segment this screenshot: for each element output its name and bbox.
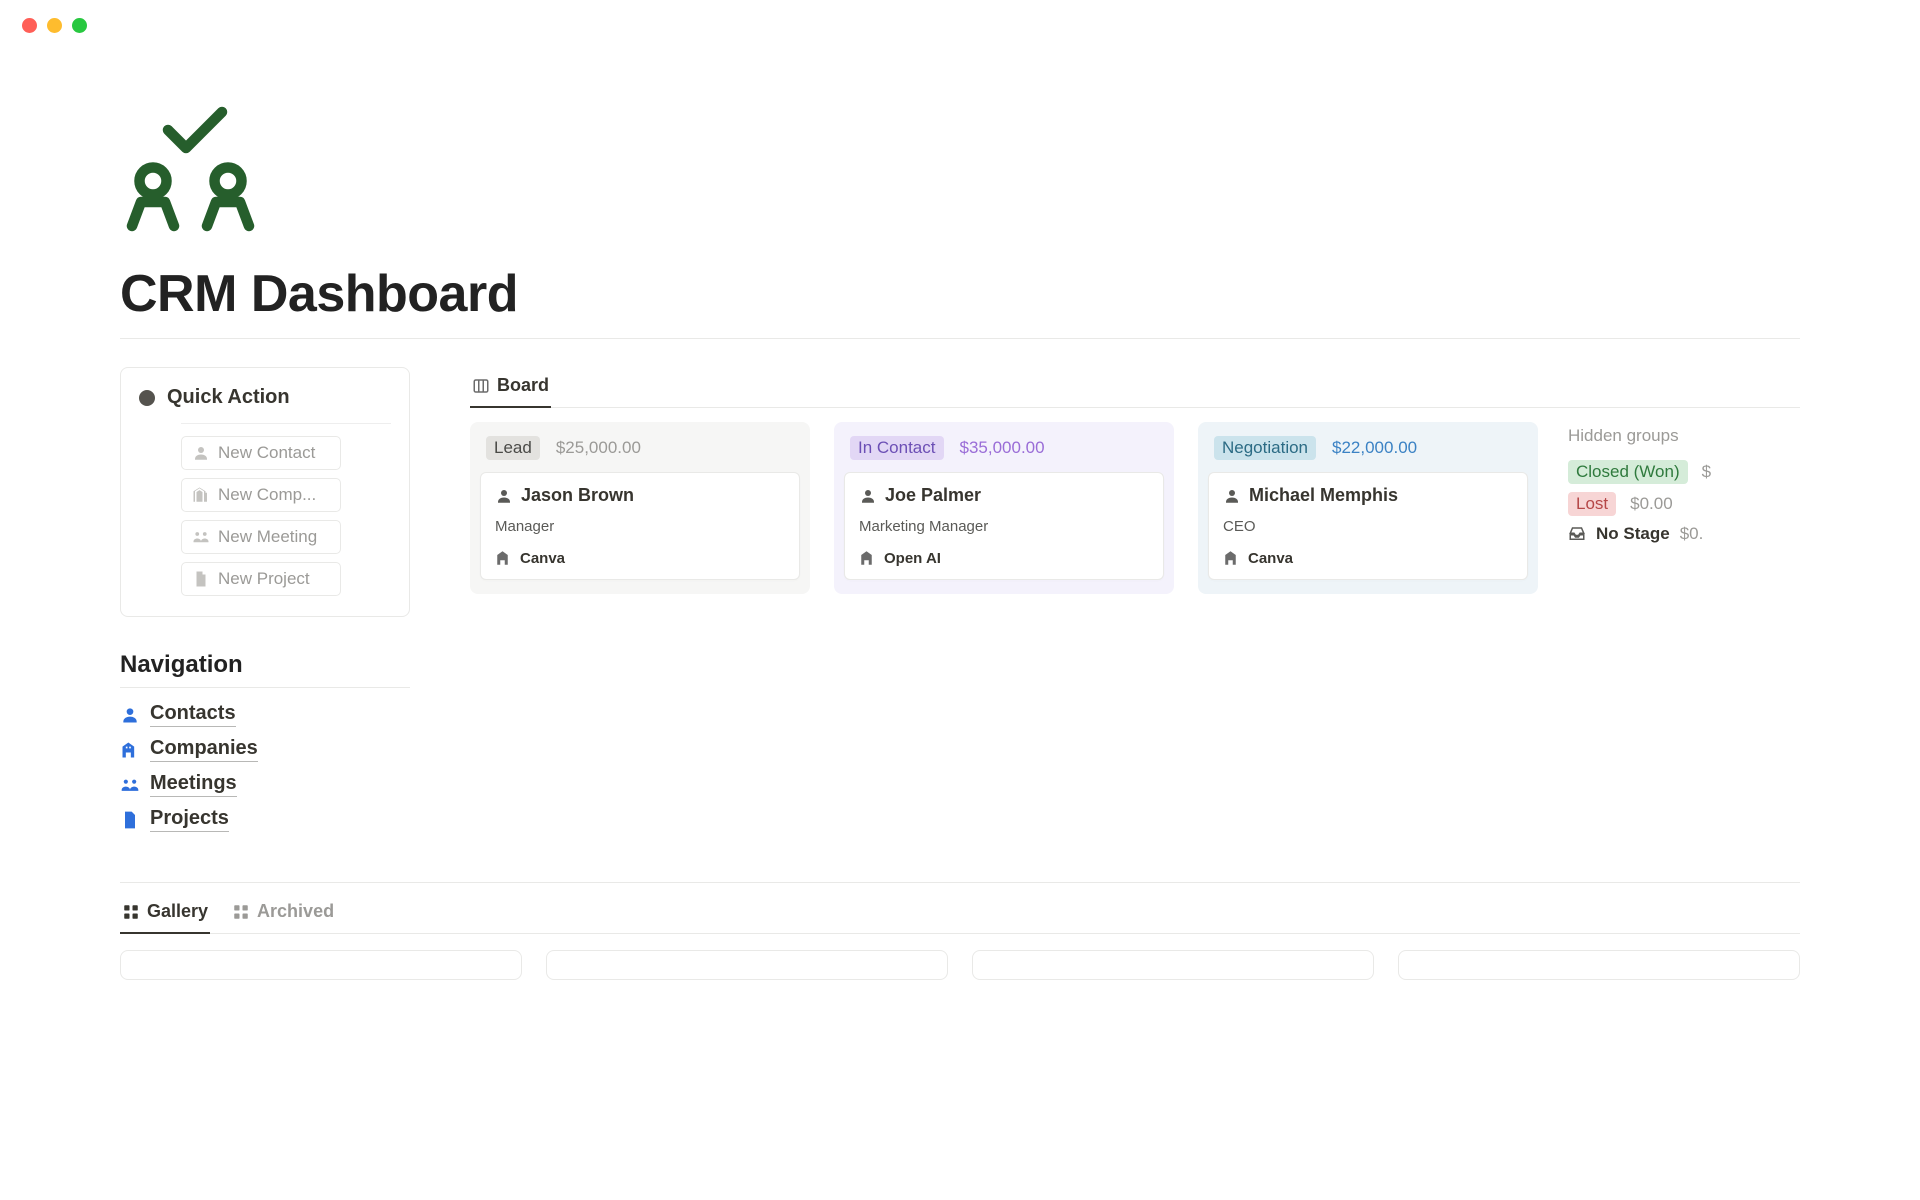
window-close-icon[interactable]: [22, 18, 37, 33]
new-project-button[interactable]: New Project: [181, 562, 341, 596]
window-controls: [0, 0, 1920, 43]
stage-badge-closed-won: Closed (Won): [1568, 460, 1688, 484]
board-icon: [472, 377, 490, 395]
nav-projects-label: Projects: [150, 807, 229, 832]
card-company: Canva: [1248, 550, 1293, 567]
hidden-group-lost[interactable]: Lost $0.00: [1562, 492, 1711, 516]
card-company: Canva: [520, 550, 565, 567]
new-company-button[interactable]: New Comp...: [181, 478, 341, 512]
contact-card[interactable]: Jason Brown Manager Canva: [480, 472, 800, 580]
board-columns: Lead $25,000.00 Jason Brown Manager Canv…: [470, 422, 1800, 594]
person-icon: [120, 705, 140, 725]
stage-badge-in-contact[interactable]: In Contact: [850, 436, 944, 460]
new-meeting-label: New Meeting: [218, 527, 317, 547]
person-icon: [192, 444, 210, 462]
document-icon: [192, 570, 210, 588]
building-icon: [495, 549, 513, 567]
meeting-icon: [120, 775, 140, 795]
card-company: Open AI: [884, 550, 941, 567]
nav-companies-label: Companies: [150, 737, 258, 762]
hidden-group-amount: $: [1702, 462, 1711, 482]
title-divider: [120, 338, 1800, 339]
navigation-title: Navigation: [120, 651, 410, 679]
document-icon: [120, 810, 140, 830]
column-amount: $25,000.00: [556, 438, 641, 458]
gallery-card[interactable]: [120, 950, 522, 980]
card-role: CEO: [1223, 518, 1513, 535]
contact-card[interactable]: Michael Memphis CEO Canva: [1208, 472, 1528, 580]
gallery-icon: [122, 903, 140, 921]
card-role: Marketing Manager: [859, 518, 1149, 535]
gallery-row: [120, 950, 1800, 980]
gallery-card[interactable]: [1398, 950, 1800, 980]
new-contact-label: New Contact: [218, 443, 315, 463]
hidden-group-amount: $0.00: [1630, 494, 1673, 514]
board-column-lead: Lead $25,000.00 Jason Brown Manager Canv…: [470, 422, 810, 594]
no-stage-label: No Stage: [1596, 524, 1670, 544]
inbox-icon: [1568, 525, 1586, 543]
board-column-negotiation: Negotiation $22,000.00 Michael Memphis C…: [1198, 422, 1538, 594]
column-amount: $35,000.00: [960, 438, 1045, 458]
building-icon: [120, 740, 140, 760]
hidden-groups-column: Hidden groups Closed (Won) $ Lost $0.00 …: [1562, 422, 1711, 594]
navigation-divider: [120, 687, 410, 688]
stage-badge-lead[interactable]: Lead: [486, 436, 540, 460]
person-icon: [495, 487, 513, 505]
new-meeting-button[interactable]: New Meeting: [181, 520, 341, 554]
tab-archived[interactable]: Archived: [230, 901, 336, 934]
quick-action-title: Quick Action: [167, 386, 290, 409]
new-company-label: New Comp...: [218, 485, 316, 505]
stage-badge-negotiation[interactable]: Negotiation: [1214, 436, 1316, 460]
nav-meetings[interactable]: Meetings: [120, 772, 410, 797]
gallery-card[interactable]: [546, 950, 948, 980]
tab-archived-label: Archived: [257, 901, 334, 922]
window-fullscreen-icon[interactable]: [72, 18, 87, 33]
meeting-icon: [192, 528, 210, 546]
person-icon: [1223, 487, 1241, 505]
building-icon: [859, 549, 877, 567]
nav-projects[interactable]: Projects: [120, 807, 410, 832]
board-column-in-contact: In Contact $35,000.00 Joe Palmer Marketi…: [834, 422, 1174, 594]
window-minimize-icon[interactable]: [47, 18, 62, 33]
new-contact-button[interactable]: New Contact: [181, 436, 341, 470]
board-tabs: Board: [470, 367, 1800, 408]
card-name: Joe Palmer: [885, 485, 981, 506]
person-icon: [859, 487, 877, 505]
page-title: CRM Dashboard: [120, 264, 1800, 324]
building-icon: [1223, 549, 1241, 567]
quick-action-bullet-icon: [139, 390, 155, 406]
card-role: Manager: [495, 518, 785, 535]
gallery-tabs: Gallery Archived: [120, 882, 1800, 934]
gallery-icon: [232, 903, 250, 921]
contact-card[interactable]: Joe Palmer Marketing Manager Open AI: [844, 472, 1164, 580]
hidden-group-no-stage[interactable]: No Stage $0.: [1562, 524, 1711, 544]
nav-companies[interactable]: Companies: [120, 737, 410, 762]
hidden-groups-title: Hidden groups: [1562, 426, 1711, 446]
hidden-group-closed-won[interactable]: Closed (Won) $: [1562, 460, 1711, 484]
nav-contacts[interactable]: Contacts: [120, 702, 410, 727]
card-name: Jason Brown: [521, 485, 634, 506]
tab-gallery[interactable]: Gallery: [120, 901, 210, 934]
nav-meetings-label: Meetings: [150, 772, 237, 797]
tab-board-label: Board: [497, 375, 549, 396]
tab-gallery-label: Gallery: [147, 901, 208, 922]
stage-badge-lost: Lost: [1568, 492, 1616, 516]
column-amount: $22,000.00: [1332, 438, 1417, 458]
nav-contacts-label: Contacts: [150, 702, 236, 727]
tab-board[interactable]: Board: [470, 367, 551, 408]
page-hero-icon: [120, 103, 1800, 258]
no-stage-amount: $0.: [1680, 524, 1704, 544]
quick-action-panel: Quick Action New Contact New Comp... New…: [120, 367, 410, 617]
new-project-label: New Project: [218, 569, 310, 589]
card-name: Michael Memphis: [1249, 485, 1398, 506]
building-icon: [192, 486, 210, 504]
gallery-card[interactable]: [972, 950, 1374, 980]
